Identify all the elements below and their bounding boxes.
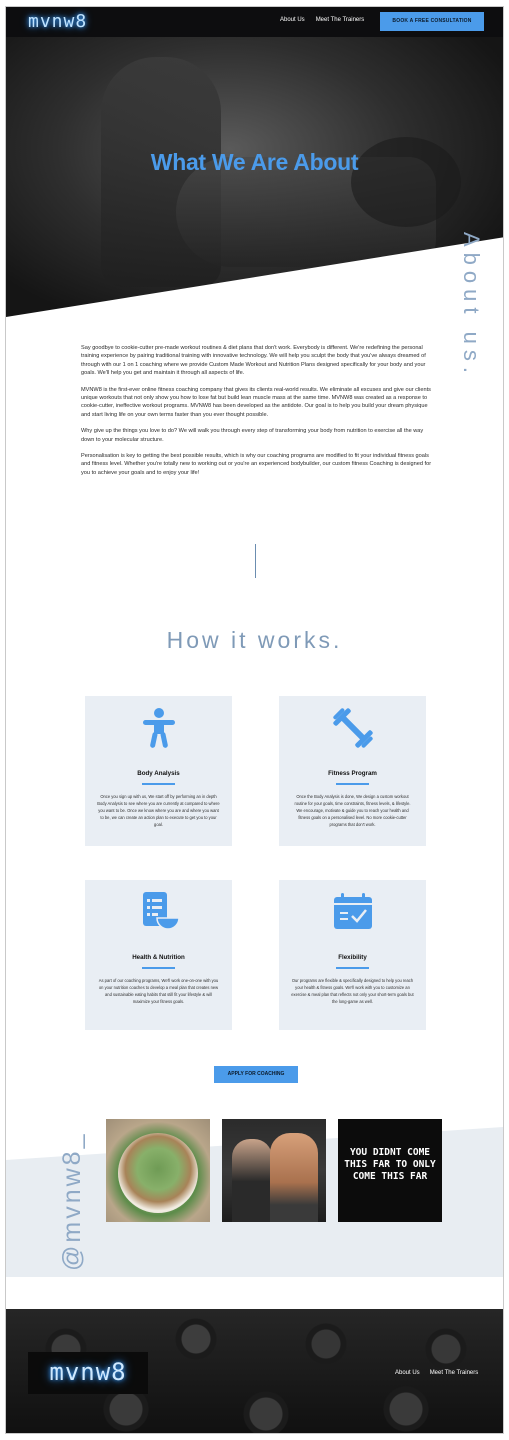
- section-divider: [255, 544, 256, 578]
- hero-title: What We Are About: [150, 149, 359, 175]
- instagram-photo-trainers[interactable]: [222, 1119, 326, 1222]
- card-flexibility: Flexibility Our programs are flexible & …: [279, 880, 426, 1030]
- card-title: Fitness Program: [328, 770, 377, 777]
- nav-link-meet-the-trainers[interactable]: Meet The Trainers: [316, 17, 365, 23]
- card-title: Body Analysis: [137, 770, 180, 777]
- book-consultation-button[interactable]: BOOK A FREE CONSULTATION: [380, 12, 484, 31]
- how-it-works-title: How it works.: [166, 627, 343, 653]
- footer-links: About Us Meet The Trainers: [395, 1370, 478, 1376]
- hero: What We Are About: [6, 37, 503, 317]
- card-text: Our programs are flexible & specifically…: [291, 978, 414, 1004]
- logo[interactable]: mvnw8: [28, 11, 87, 32]
- apply-for-coaching-button[interactable]: APPLY FOR COACHING: [214, 1066, 298, 1083]
- card-body-analysis: Body Analysis Once you sign up with us, …: [85, 696, 232, 846]
- card-text: As part of our coaching programs, We'll …: [98, 978, 219, 1004]
- footer-logo[interactable]: mvnw8: [28, 1358, 148, 1386]
- about-paragraph: MVNW8 is the first-ever online fitness c…: [81, 386, 431, 418]
- footer: mvnw8 About Us Meet The Trainers: [6, 1309, 503, 1433]
- instagram-photo-salad[interactable]: [106, 1119, 210, 1222]
- nutrition-plan-icon: [85, 890, 232, 934]
- card-health-nutrition: Health & Nutrition As part of our coachi…: [85, 880, 232, 1030]
- about-paragraph: Why give up the things you love to do? W…: [81, 428, 424, 443]
- calendar-check-icon: [279, 890, 426, 934]
- page: mvnw8 About Us Meet The Trainers BOOK A …: [5, 6, 504, 1434]
- card-text: Once the Body Analysis is done, We desig…: [294, 794, 411, 827]
- footer-link-about-us[interactable]: About Us: [395, 1370, 420, 1376]
- about-paragraph: Say goodbye to cookie-cutter pre-made wo…: [81, 345, 426, 377]
- person-icon: [85, 706, 232, 750]
- hero-diagonal-edge: [6, 237, 503, 317]
- card-title: Health & Nutrition: [132, 954, 185, 961]
- instagram-photo-quote[interactable]: YOU DIDNT COME THIS FAR TO ONLY COME THI…: [338, 1119, 442, 1222]
- card-text: Once you sign up with us, We start off b…: [97, 794, 220, 827]
- about-text: Say goodbye to cookie-cutter pre-made wo…: [81, 344, 433, 485]
- quote-text: YOU DIDNT COME THIS FAR TO ONLY COME THI…: [344, 1147, 436, 1182]
- footer-logo-box: mvnw8: [28, 1352, 148, 1394]
- dumbbell-icon: [279, 706, 426, 750]
- nav-link-about-us[interactable]: About Us: [280, 17, 305, 23]
- card-fitness-program: Fitness Program Once the Body Analysis i…: [279, 696, 426, 846]
- footer-link-meet-the-trainers[interactable]: Meet The Trainers: [430, 1370, 479, 1376]
- about-paragraph: Personalisation is key to getting the be…: [81, 453, 432, 476]
- about-us-side-label: About us.: [459, 232, 484, 379]
- nav-links: About Us Meet The Trainers: [280, 17, 364, 23]
- card-title: Flexibility: [338, 954, 367, 961]
- instagram-handle[interactable]: @mvnw8_: [28, 1106, 86, 1271]
- top-nav: mvnw8 About Us Meet The Trainers BOOK A …: [6, 7, 503, 37]
